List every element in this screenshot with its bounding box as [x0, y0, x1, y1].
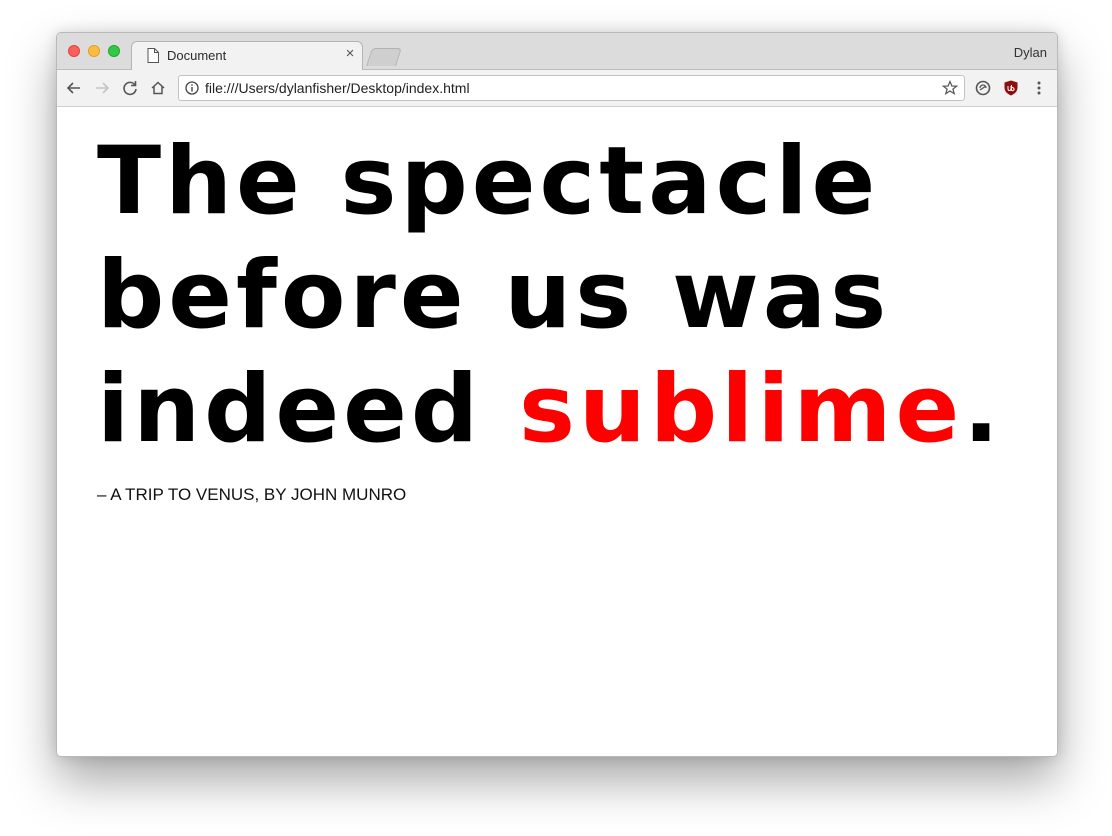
toolbar: file:///Users/dylanfisher/Desktop/index.…	[57, 70, 1057, 107]
forward-arrow-icon[interactable]	[91, 77, 113, 99]
maximize-window-button[interactable]	[108, 45, 120, 57]
close-tab-icon[interactable]: ×	[342, 46, 358, 62]
minimize-window-button[interactable]	[88, 45, 100, 57]
close-window-button[interactable]	[68, 45, 80, 57]
page-content: The spectacle before us was indeed subli…	[57, 107, 1057, 756]
attribution: – A TRIP TO VENUS, BY JOHN MUNRO	[97, 485, 407, 504]
star-icon[interactable]	[942, 80, 958, 96]
tab-title: Document	[167, 48, 227, 63]
info-icon[interactable]	[185, 81, 199, 95]
home-icon[interactable]	[147, 77, 169, 99]
headline: The spectacle before us was indeed subli…	[97, 125, 1037, 467]
profile-name[interactable]: Dylan	[1014, 45, 1047, 60]
address-bar[interactable]: file:///Users/dylanfisher/Desktop/index.…	[178, 75, 965, 101]
headline-accent-word: sublime	[518, 355, 964, 464]
title-bar: Document × Dylan	[57, 33, 1057, 71]
menu-kebab-icon[interactable]	[1028, 77, 1050, 99]
active-tab-content[interactable]: Document ×	[147, 43, 361, 71]
browser-window: Document × Dylan file:///Users/dylanfish…	[56, 32, 1058, 757]
back-arrow-icon[interactable]	[63, 77, 85, 99]
sync-icon[interactable]	[972, 77, 994, 99]
new-tab-button[interactable]	[366, 48, 402, 66]
ublock-shield-icon[interactable]	[1000, 77, 1022, 99]
document-icon	[147, 48, 159, 63]
reload-icon[interactable]	[119, 77, 141, 99]
headline-period: .	[963, 355, 1003, 464]
url-text[interactable]: file:///Users/dylanfisher/Desktop/index.…	[205, 80, 470, 96]
